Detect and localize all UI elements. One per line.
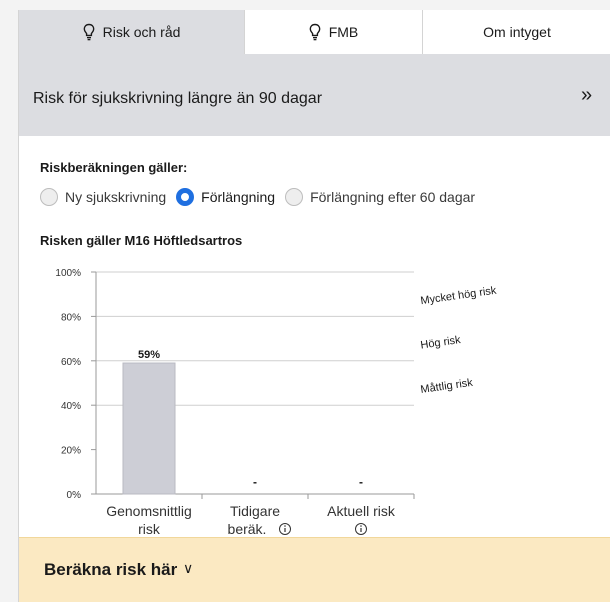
y-tick-label: 100% [55, 268, 81, 279]
radio-forlangning-efter-60[interactable]: Förlängning efter 60 dagar [285, 188, 475, 206]
y-tick-label: 60% [61, 357, 81, 368]
y-tick-label: 40% [61, 401, 81, 412]
chevron-down-icon: ∨ [183, 560, 194, 576]
bar-value-label: - [253, 475, 257, 489]
panel-title: Risk för sjukskrivning längre än 90 daga… [33, 90, 323, 107]
tab-bar: Risk och råd FMB Om intyget [19, 10, 610, 54]
bar-value-label: - [359, 475, 363, 489]
risk-diagnosis-label: Risken gäller M16 Höftledsartros [40, 233, 243, 248]
info-icon [360, 525, 362, 527]
y-tick-label: 0% [67, 490, 82, 501]
x-category-label: Tidigare [230, 503, 280, 519]
radio-button[interactable] [285, 188, 304, 206]
y-tick-label: 80% [61, 312, 81, 323]
risk-bar [122, 362, 176, 495]
calculation-label: Riskberäkningen gäller: [40, 160, 188, 175]
app-frame: Risk och råd FMB Om intyget Risk för sju… [0, 0, 610, 602]
tab-om-intyget[interactable]: Om intyget [423, 10, 610, 54]
risk-zone-label: Måttlig risk [420, 377, 474, 396]
risk-zone-label: Hög risk [420, 334, 462, 352]
accordion-title: Beräkna risk här [44, 560, 178, 579]
info-icon [284, 525, 286, 527]
lightbulb-icon [83, 23, 94, 41]
x-category-label: Genomsnittlig [106, 503, 192, 519]
radio-ny-sjukskrivning[interactable]: Ny sjukskrivning [40, 188, 166, 206]
tab-label: Risk och råd [102, 24, 181, 40]
x-category-label: beräk. [228, 521, 267, 537]
radio-label: Förlängning efter 60 dagar [310, 189, 476, 205]
calculate-risk-accordion[interactable]: Beräkna risk här ∨ [19, 537, 610, 602]
tab-risk-och-rad[interactable]: Risk och råd [19, 10, 245, 54]
risk-zone-label: Mycket hög risk [420, 285, 498, 308]
radio-button[interactable] [40, 188, 58, 206]
tab-label: Om intyget [483, 24, 551, 40]
x-category-label: Aktuell risk [327, 503, 396, 519]
lightbulb-icon [309, 23, 321, 41]
radio-label: Ny sjukskrivning [65, 189, 167, 205]
calculation-radio-group: Ny sjukskrivning Förlängning Förlängning… [40, 188, 485, 206]
y-tick-label: 20% [61, 446, 81, 457]
tab-fmb[interactable]: FMB [245, 10, 423, 54]
radio-forlangning[interactable]: Förlängning [176, 188, 275, 206]
collapse-panel-button[interactable]: » [581, 84, 592, 107]
risk-bar-chart: 0% 20% 40% 60% 80% 100% 59% Genomsnittlig risk - T… [55, 268, 498, 537]
panel-header: Risk för sjukskrivning längre än 90 daga… [19, 54, 610, 136]
x-category-label: risk [138, 521, 161, 537]
radio-label: Förlängning [201, 189, 276, 205]
bar-value-label: 59% [138, 349, 160, 361]
tab-label: FMB [328, 24, 359, 40]
radio-button-selected[interactable] [176, 188, 195, 206]
risk-panel: Risk och råd FMB Om intyget Risk för sju… [18, 10, 610, 602]
